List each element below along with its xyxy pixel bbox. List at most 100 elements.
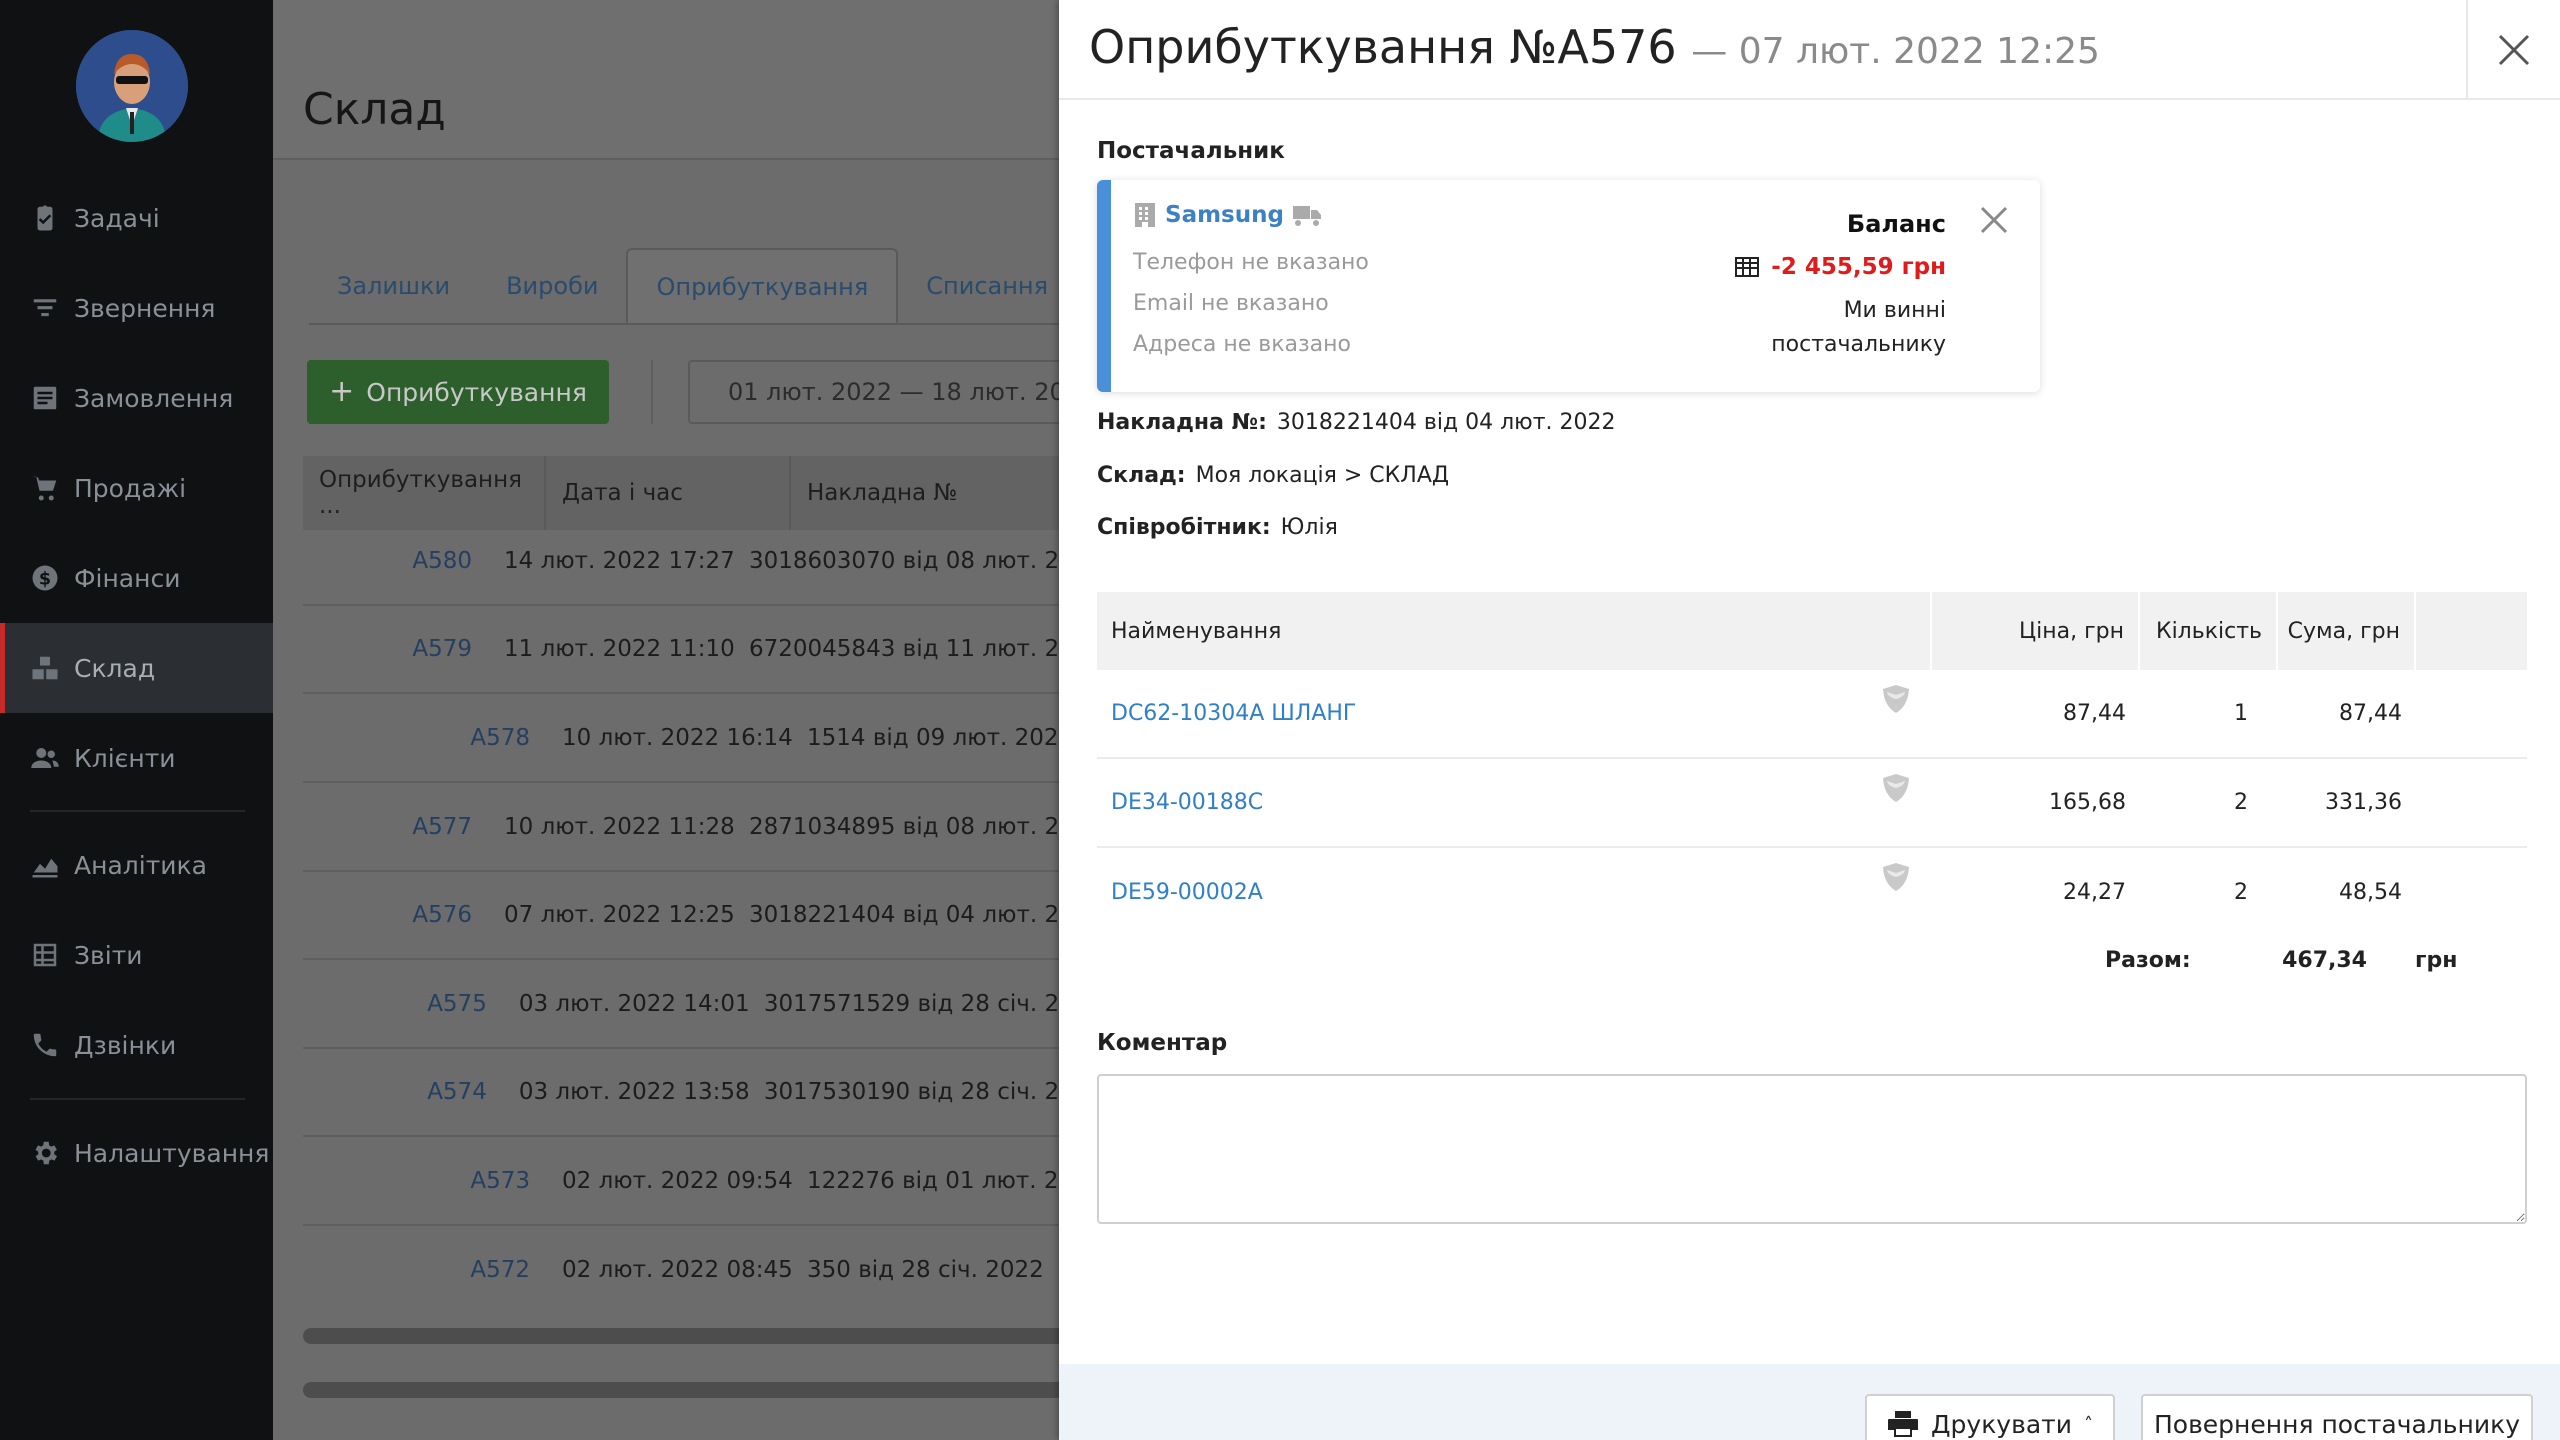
item-row: DE34-00188C 165,68 2 331,36: [1097, 759, 2527, 848]
receipt-link[interactable]: A573: [303, 1168, 546, 1194]
close-icon: [2498, 34, 2530, 66]
receipt-invoice: 3017530190 від 28 січ. 2022: [763, 1079, 1103, 1105]
sidebar-item-reports[interactable]: Звіти: [0, 910, 273, 1000]
supplier-phone: Телефон не вказано: [1133, 250, 1369, 275]
receipt-link[interactable]: A577: [303, 814, 488, 840]
sidebar-item-label: Замовлення: [74, 383, 234, 413]
item-name-link[interactable]: DC62-10304A ШЛАНГ: [1111, 701, 1356, 726]
table-row[interactable]: A576 07 лют. 2022 12:25 3018221404 від 0…: [303, 872, 1103, 960]
sidebar-item-analytics[interactable]: Аналітика: [0, 820, 273, 910]
receipt-number: Оприбуткування №A576: [1089, 20, 1677, 74]
receipt-date: 10 лют. 2022 16:14: [562, 725, 793, 751]
toolbar-divider: [651, 360, 653, 424]
sidebar-item-label: Продажі: [74, 473, 187, 503]
total-label: Разом:: [2105, 948, 2191, 973]
item-name-link[interactable]: DE34-00188C: [1111, 790, 1263, 815]
sidebar-item-tasks[interactable]: Задачі: [0, 173, 273, 263]
page-title: Склад: [303, 84, 446, 135]
sidebar-item-calls[interactable]: Дзвінки: [0, 1000, 273, 1090]
item-price: 87,44: [2063, 701, 2126, 726]
items-table: Найменування Ціна, грн Кількість Сума, г…: [1097, 592, 2527, 937]
date-range-picker[interactable]: 01 лют. 2022 — 18 лют. 2022: [688, 360, 1108, 424]
comment-textarea[interactable]: [1097, 1074, 2527, 1224]
horizontal-scrollbar[interactable]: [303, 1328, 1103, 1344]
reports-icon: [30, 940, 60, 970]
item-name-cell: DE34-00188C: [1097, 790, 1932, 815]
invoice-label: Накладна №:: [1097, 410, 1267, 435]
return-to-supplier-button[interactable]: Повернення постачальнику: [2141, 1394, 2533, 1440]
tab-products[interactable]: Вироби: [478, 248, 626, 324]
supplier-name-link[interactable]: Samsung: [1165, 202, 1284, 228]
receipt-invoice: 3018221404 від 04 лют. 2022: [749, 902, 1103, 928]
sidebar-item-label: Аналітика: [74, 850, 207, 880]
employee-label: Співробітник:: [1097, 515, 1271, 540]
table-row[interactable]: A575 03 лют. 2022 14:01 3017571529 від 2…: [303, 961, 1103, 1049]
item-qty: 2: [2234, 790, 2248, 815]
items-table-header: Найменування Ціна, грн Кількість Сума, г…: [1097, 592, 2527, 670]
table-row[interactable]: A573 02 лют. 2022 09:54 122276 від 01 лю…: [303, 1138, 1103, 1226]
sidebar-divider: [30, 810, 245, 812]
users-icon: [30, 743, 60, 773]
balance-label: Баланс: [1846, 210, 1946, 238]
avatar[interactable]: [76, 30, 188, 142]
add-receipt-button[interactable]: + Оприбуткування: [307, 360, 609, 424]
table-row[interactable]: A578 10 лют. 2022 16:14 1514 від 09 лют.…: [303, 695, 1103, 783]
receipt-link[interactable]: A580: [303, 548, 488, 574]
close-icon: [1980, 206, 2008, 234]
truck-icon: [1292, 206, 1321, 226]
receipt-link[interactable]: A572: [303, 1257, 546, 1283]
add-receipt-label: Оприбуткування: [366, 377, 587, 407]
receipt-invoice: 6720045843 від 11 лют. 2022: [749, 636, 1103, 662]
supplier-address: Адреса не вказано: [1133, 332, 1352, 357]
remove-supplier-button[interactable]: [1978, 204, 2010, 236]
item-price: 24,27: [2063, 880, 2126, 905]
total-currency: грн: [2415, 948, 2458, 973]
horizontal-scrollbar[interactable]: [303, 1382, 1103, 1398]
item-qty: 2: [2234, 880, 2248, 905]
receipt-link[interactable]: A574: [303, 1079, 503, 1105]
tab-receipts[interactable]: Оприбуткування: [626, 248, 899, 324]
receipt-date: 03 лют. 2022 13:58: [518, 1079, 750, 1105]
sidebar-item-orders[interactable]: Замовлення: [0, 353, 273, 443]
sidebar-item-settings[interactable]: Налаштування: [0, 1108, 273, 1198]
sidebar-item-label: Склад: [74, 653, 156, 683]
warehouse-value: Моя локація > СКЛАД: [1195, 463, 1450, 488]
receipt-date: 07 лют. 2022 12:25: [504, 902, 735, 928]
receipt-invoice: 3017571529 від 28 січ. 2022: [763, 991, 1103, 1017]
shield-icon[interactable]: [1882, 862, 1910, 892]
table-row[interactable]: A577 10 лют. 2022 11:28 2871034895 від 0…: [303, 784, 1103, 872]
tab-stock[interactable]: Залишки: [309, 248, 478, 324]
receipt-link[interactable]: A578: [303, 725, 546, 751]
tab-writeoffs[interactable]: Списання: [898, 248, 1076, 324]
total-value: 467,34: [2282, 948, 2367, 973]
sidebar-item-requests[interactable]: Звернення: [0, 263, 273, 353]
print-button[interactable]: Друкувати ˄: [1865, 1394, 2115, 1440]
receipt-link[interactable]: A576: [303, 902, 488, 928]
shield-icon[interactable]: [1882, 684, 1910, 714]
receipt-link[interactable]: A579: [303, 636, 488, 662]
receipt-invoice: 2871034895 від 08 лют. 2022: [749, 814, 1103, 840]
sidebar-item-clients[interactable]: Клієнти: [0, 713, 273, 803]
table-row[interactable]: A579 11 лют. 2022 11:10 6720045843 від 1…: [303, 606, 1103, 694]
sidebar-item-label: Дзвінки: [74, 1030, 177, 1060]
shield-icon[interactable]: [1882, 773, 1910, 803]
table-row[interactable]: A580 14 лют. 2022 17:27 3018603070 від 0…: [303, 518, 1103, 606]
sidebar-item-label: Звіти: [74, 940, 143, 970]
close-panel-button[interactable]: [2466, 0, 2560, 100]
sidebar-item-sales[interactable]: Продажі: [0, 443, 273, 533]
balance-note-line-2: постачальнику: [1771, 332, 1946, 357]
invoice-value: 3018221404 від 04 лют. 2022: [1276, 410, 1616, 435]
item-name-link[interactable]: DE59-00002A: [1111, 880, 1263, 905]
cart-icon: [30, 473, 60, 503]
return-button-label: Повернення постачальнику: [2153, 1409, 2521, 1439]
balance-value: -2 455,59 грн: [1771, 254, 1946, 280]
receipt-link[interactable]: A575: [303, 991, 503, 1017]
item-name-cell: DC62-10304A ШЛАНГ: [1097, 701, 1932, 726]
column-header-sum: Сума, грн: [2278, 592, 2416, 670]
sidebar-item-warehouse[interactable]: Склад: [0, 623, 273, 713]
receipt-date: 14 лют. 2022 17:27: [504, 548, 735, 574]
sidebar-item-finance[interactable]: $ Фінанси: [0, 533, 273, 623]
table-row[interactable]: A574 03 лют. 2022 13:58 3017530190 від 2…: [303, 1049, 1103, 1137]
table-row[interactable]: A572 02 лют. 2022 08:45 350 від 28 січ. …: [303, 1226, 1103, 1314]
phone-icon: [30, 1030, 60, 1060]
